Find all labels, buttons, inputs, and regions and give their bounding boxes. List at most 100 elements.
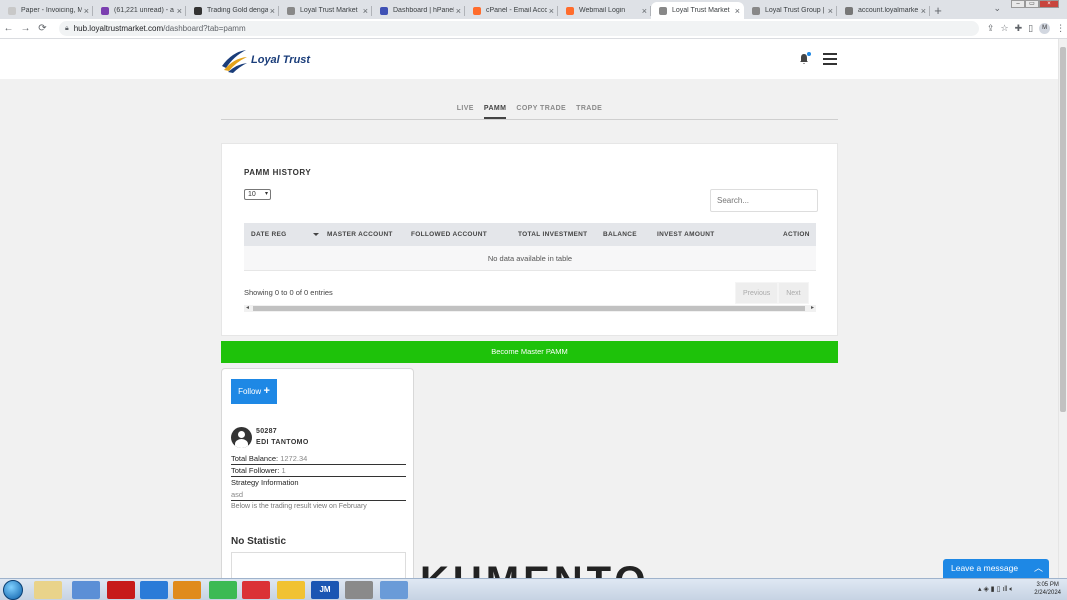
tab-close-icon[interactable]: × [549,6,554,16]
browser-tab[interactable]: Loyal Trust Market × [279,2,372,19]
search-input[interactable] [710,189,818,212]
tab-close-icon[interactable]: × [363,6,368,16]
tab-search-icon[interactable]: ⌄ [993,3,1001,14]
tab-close-icon[interactable]: × [735,6,740,16]
column-header[interactable]: FOLLOWED ACCOUNT [411,231,487,238]
tab-title: (61,221 unread) - a [114,7,174,14]
page-scrollbar[interactable] [1058,39,1067,578]
extensions-icon[interactable]: ✚ [1015,23,1023,34]
tab-live[interactable]: LIVE [457,99,474,119]
hamburger-menu-icon[interactable] [823,53,837,65]
strategy-label: Strategy Information [231,478,299,487]
notification-bell-icon[interactable] [798,52,811,65]
tab-close-icon[interactable]: × [456,6,461,16]
page-length-value: 10 [248,191,256,198]
browser-tab[interactable]: Webmail Login × [558,2,651,19]
tab-favicon-icon [566,6,574,15]
browser-tab[interactable]: Loyal Trust Market × [651,2,744,19]
tab-close-icon[interactable]: × [270,6,275,16]
tab-title: Loyal Trust Market [672,7,730,14]
maximize-icon[interactable]: ▭ [1025,0,1039,8]
bookmark-star-icon[interactable]: ☆ [1001,23,1009,34]
browser-tab[interactable]: Loyal Trust Group | × [744,2,837,19]
total-follower-label: Total Follower: [231,466,280,475]
column-header[interactable]: TOTAL INVESTMENT [518,231,587,238]
explorer-icon[interactable] [34,581,62,599]
column-header[interactable]: INVEST AMOUNT [657,231,714,238]
tab-title: cPanel - Email Accou [486,7,547,14]
browser-tab[interactable]: cPanel - Email Accou × [465,2,558,19]
start-button-icon[interactable] [3,580,23,600]
leave-message-label: Leave a message [951,563,1019,573]
internet-explorer-icon[interactable] [140,581,168,599]
windows-taskbar: JM ▴ ◈ ▮ ▯ ıll 🔈︎ 3:05 PM 2/24/2024 [0,578,1067,600]
jm-app-icon[interactable]: JM [311,581,339,599]
tab-favicon-icon [287,6,295,15]
browser-tab[interactable]: (61,221 unread) - a × [93,2,186,19]
trading-result-note: Below is the trading result view on Febr… [231,503,367,510]
tab-pamm[interactable]: PAMM [483,99,507,119]
column-header[interactable]: BALANCE [603,231,637,238]
scrollbar-thumb[interactable] [253,306,805,311]
tab-close-icon[interactable]: × [921,6,926,16]
brand-logo[interactable]: Loyal Trust [220,46,310,74]
share-icon[interactable]: ⇪ [987,23,995,34]
chrome-active-icon[interactable] [242,581,270,599]
sidepanel-icon[interactable]: ▯ [1028,23,1033,34]
scroll-left-icon[interactable]: ◂ [246,304,249,311]
browser-tab[interactable]: Dashboard | hPanel × [372,2,465,19]
tab-favicon-icon [380,6,388,15]
tab-close-icon[interactable]: × [642,6,647,16]
column-header[interactable]: ACTION [783,231,810,238]
minimize-icon[interactable]: – [1011,0,1025,8]
notepad-icon[interactable] [345,581,373,599]
browser-tab[interactable]: account.loyalmarke × [837,2,930,19]
tab-trade[interactable]: TRADE [576,99,602,119]
tab-favicon-icon [194,6,202,15]
leave-message-button[interactable]: Leave a message ︿ [943,559,1049,578]
close-window-icon[interactable]: × [1039,0,1059,8]
table-header: DATE REG MASTER ACCOUNT FOLLOWED ACCOUNT TO… [244,223,816,246]
acrobat-icon[interactable] [107,581,135,599]
column-header[interactable]: MASTER ACCOUNT [327,231,393,238]
media-player-icon[interactable] [173,581,201,599]
clock[interactable]: 3:05 PM 2/24/2024 [1034,581,1061,597]
reload-icon[interactable]: ⟳ [34,23,51,34]
dashboard-tabs: LIVE PAMM COPY TRADE TRADE [221,99,838,120]
table-horizontal-scrollbar[interactable]: ◂ ▸ [244,305,816,312]
become-master-pamm-button[interactable]: Become Master PAMM [221,341,838,363]
tab-title: Webmail Login [579,7,626,14]
tab-copy-trade[interactable]: COPY TRADE [516,99,566,119]
folder-icon[interactable] [277,581,305,599]
scroll-right-icon[interactable]: ▸ [811,304,814,311]
kebab-menu-icon[interactable]: ⋮ [1056,23,1065,34]
new-tab-icon[interactable]: + [930,2,946,19]
tab-close-icon[interactable]: × [84,6,89,16]
master-id: 50287 [256,428,277,435]
browser-tab-strip: Paper - Invoicing, M × (61,221 unread) - a… [0,0,1067,19]
follow-button[interactable]: Follow + [231,379,277,404]
tab-title: Trading Gold dengan [207,7,268,14]
previous-button[interactable]: Previous [735,282,779,304]
browser-toolbar: ← → ⟳ 🔒︎ hub.loyaltrustmarket.com/dashbo… [0,19,1067,39]
remote-desktop-icon[interactable] [380,581,408,599]
user-accounts-icon[interactable] [72,581,100,599]
tab-close-icon[interactable]: × [177,6,182,16]
next-button[interactable]: Next [778,282,809,304]
browser-tab[interactable]: Trading Gold dengan × [186,2,279,19]
page-length-select[interactable]: 10 ▾ [244,189,271,200]
profile-avatar[interactable]: M [1039,23,1051,34]
system-tray-icons[interactable]: ▴ ◈ ▮ ▯ ıll 🔈︎ [978,585,1014,594]
forward-icon[interactable]: → [17,23,34,34]
url-path: /dashboard?tab=pamm [163,24,246,33]
scrollbar-thumb[interactable] [1060,47,1066,412]
browser-tab[interactable]: Paper - Invoicing, M × [0,2,93,19]
chrome-icon[interactable] [209,581,237,599]
master-account-card: Follow + 50287 EDI TANTOMO Total Balance… [221,368,414,583]
address-bar[interactable]: 🔒︎ hub.loyaltrustmarket.com/dashboard?ta… [59,21,979,36]
back-icon[interactable]: ← [0,23,17,34]
master-name: EDI TANTOMO [256,439,309,446]
tab-close-icon[interactable]: × [828,6,833,16]
column-header[interactable]: DATE REG [251,231,287,238]
follow-label: Follow [238,387,262,396]
